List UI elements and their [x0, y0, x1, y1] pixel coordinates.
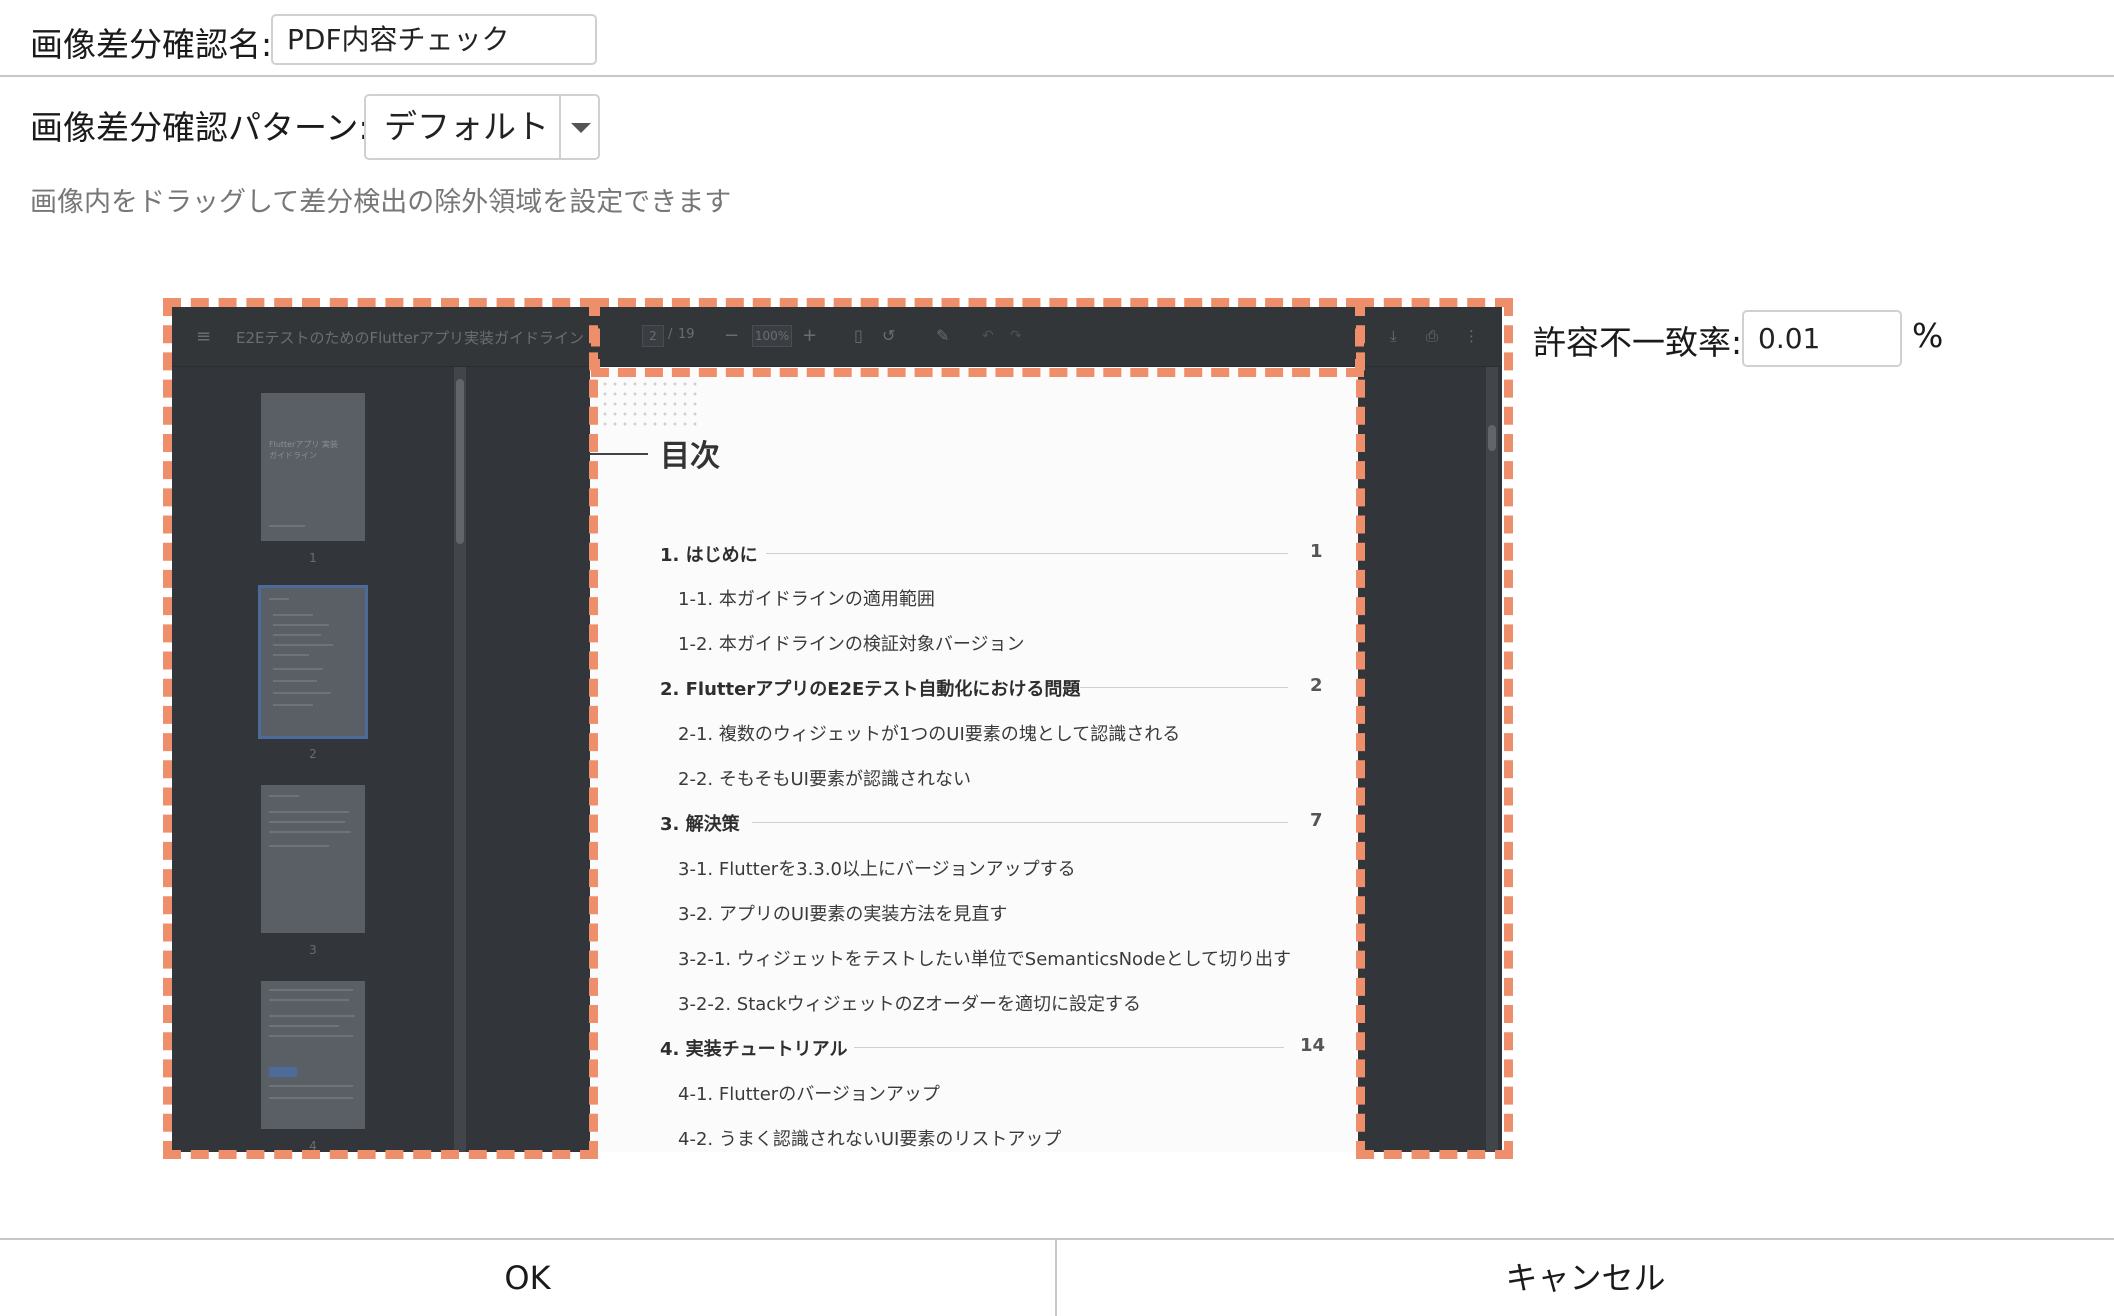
toc-leader: [752, 822, 1288, 823]
toc-page: 1: [1310, 541, 1323, 562]
pattern-selected-value: デフォルト: [384, 107, 549, 146]
chevron-down-icon: [571, 123, 591, 133]
toc-page: 7: [1310, 810, 1323, 831]
tolerance-label: 許容不一致率:: [1533, 323, 1743, 362]
name-input[interactable]: PDF内容チェック: [271, 14, 597, 65]
pattern-label: 画像差分確認パターン:: [30, 108, 370, 147]
hint-text: 画像内をドラッグして差分検出の除外領域を設定できます: [30, 187, 732, 218]
select-divider: [559, 96, 561, 158]
toc-entry: 2-1. 複数のウィジェットが1つのUI要素の塊として認識される: [678, 724, 1181, 745]
exclusion-region-left[interactable]: [163, 298, 598, 1159]
name-row: 画像差分確認名: PDF内容チェック: [0, 0, 2114, 77]
page-heading: 目次: [660, 439, 720, 474]
tolerance-input[interactable]: 0.01: [1742, 310, 1902, 367]
name-label: 画像差分確認名:: [30, 25, 273, 64]
toc-entry: 4-1. Flutterのバージョンアップ: [678, 1084, 940, 1105]
toc-entry: 3-2-1. ウィジェットをテストしたい単位でSemanticsNodeとして切…: [678, 949, 1292, 970]
dialog-footer: OK キャンセル: [0, 1238, 2114, 1316]
toc-entry: 3-1. Flutterを3.3.0以上にバージョンアップする: [678, 859, 1076, 880]
pattern-select[interactable]: デフォルト: [364, 94, 600, 160]
toc-leader: [1080, 687, 1288, 688]
toc-leader: [766, 553, 1288, 554]
toc-leader: [854, 1047, 1284, 1048]
exclusion-region-right[interactable]: [1356, 298, 1513, 1159]
toc-entry: 2. FlutterアプリのE2Eテスト自動化における問題: [660, 679, 1081, 700]
exclusion-region-top[interactable]: [591, 298, 1364, 377]
toc-page: 2: [1310, 675, 1323, 696]
toc-entry: 4. 実装チュートリアル: [660, 1039, 848, 1060]
heading-rule: [590, 453, 648, 455]
cancel-button[interactable]: キャンセル: [1057, 1240, 2114, 1316]
toc-entry: 3-2-2. StackウィジェットのZオーダーを適切に設定する: [678, 994, 1141, 1015]
ok-button[interactable]: OK: [0, 1240, 1055, 1316]
tolerance-unit: %: [1912, 316, 1944, 355]
toc-entry: 1-1. 本ガイドラインの適用範囲: [678, 589, 935, 610]
dot-pattern: [600, 379, 700, 429]
toc-entry: 2-2. そもそもUI要素が認識されない: [678, 769, 971, 790]
toc-entry: 1-2. 本ガイドラインの検証対象バージョン: [678, 634, 1025, 655]
toc-page: 14: [1300, 1035, 1326, 1056]
toc-entry: 3-2. アプリのUI要素の実装方法を見直す: [678, 904, 1008, 925]
toc-entry: 3. 解決策: [660, 814, 740, 835]
toc-entry: 4-2. うまく認識されないUI要素のリストアップ: [678, 1129, 1062, 1150]
pdf-page: 目次 1. はじめに 1 1-1. 本ガイドラインの適用範囲 1-2. 本ガイド…: [590, 367, 1358, 1152]
toc-entry: 1. はじめに: [660, 545, 758, 566]
